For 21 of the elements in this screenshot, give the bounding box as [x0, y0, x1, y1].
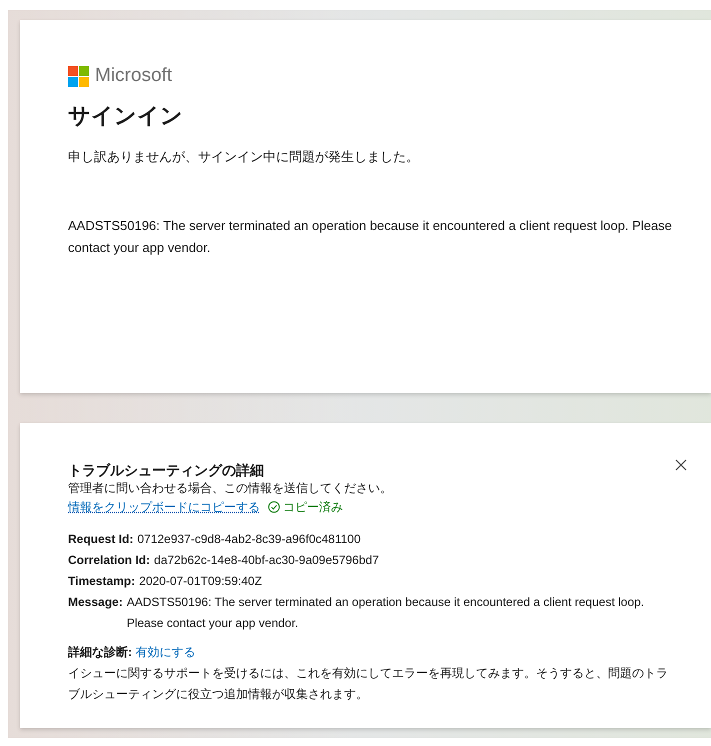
- error-message: AADSTS50196: The server terminated an operation because it encountered a client request loop. Please contact your app vendor.: [68, 217, 673, 257]
- detail-label: Correlation Id:: [68, 552, 150, 569]
- copy-link[interactable]: 情報をクリップボードにコピーする: [68, 497, 260, 517]
- section-title: トラブルシューティングの詳細: [68, 461, 265, 479]
- diagnostics-label: 詳細な診断:: [68, 645, 132, 659]
- logo-icon: [68, 66, 89, 86]
- detail-value: 2020-07-01T09:59:40Z: [139, 573, 262, 590]
- detail-label: Message:: [68, 594, 123, 611]
- page-title: サインイン: [68, 102, 184, 130]
- brand-name: Microsoft: [95, 65, 172, 87]
- section-hint: 管理者に問い合わせる場合、この情報を送信してください。: [68, 480, 393, 497]
- detail-label: Request Id:: [68, 531, 134, 548]
- detail-value: AADSTS50196: The server terminated an operation because it encountered a client request loop. Please contact your app vendor.: [126, 594, 646, 632]
- copied-label: コピー済み: [283, 498, 343, 516]
- detail-value: da72b62c-14e8-40bf-ac30-9a09e5796bd7: [154, 552, 379, 569]
- error-subtitle: 申し訳ありませんが、サインイン中に問題が発生しました。: [68, 148, 420, 166]
- detail-label: Timestamp:: [68, 573, 136, 590]
- diagnostics-text: イシューに関するサポートを受けるには、これを有効にしてエラーを再現してみます。そうすると、問題のトラブルシューティングに役立つ追加情報が収集されます。: [68, 665, 669, 703]
- enable-link[interactable]: 有効にする: [135, 645, 196, 659]
- close-button[interactable]: [673, 457, 689, 473]
- detail-value: 0712e937-c9d8-4ab2-8c39-a96f0c481100: [137, 531, 361, 548]
